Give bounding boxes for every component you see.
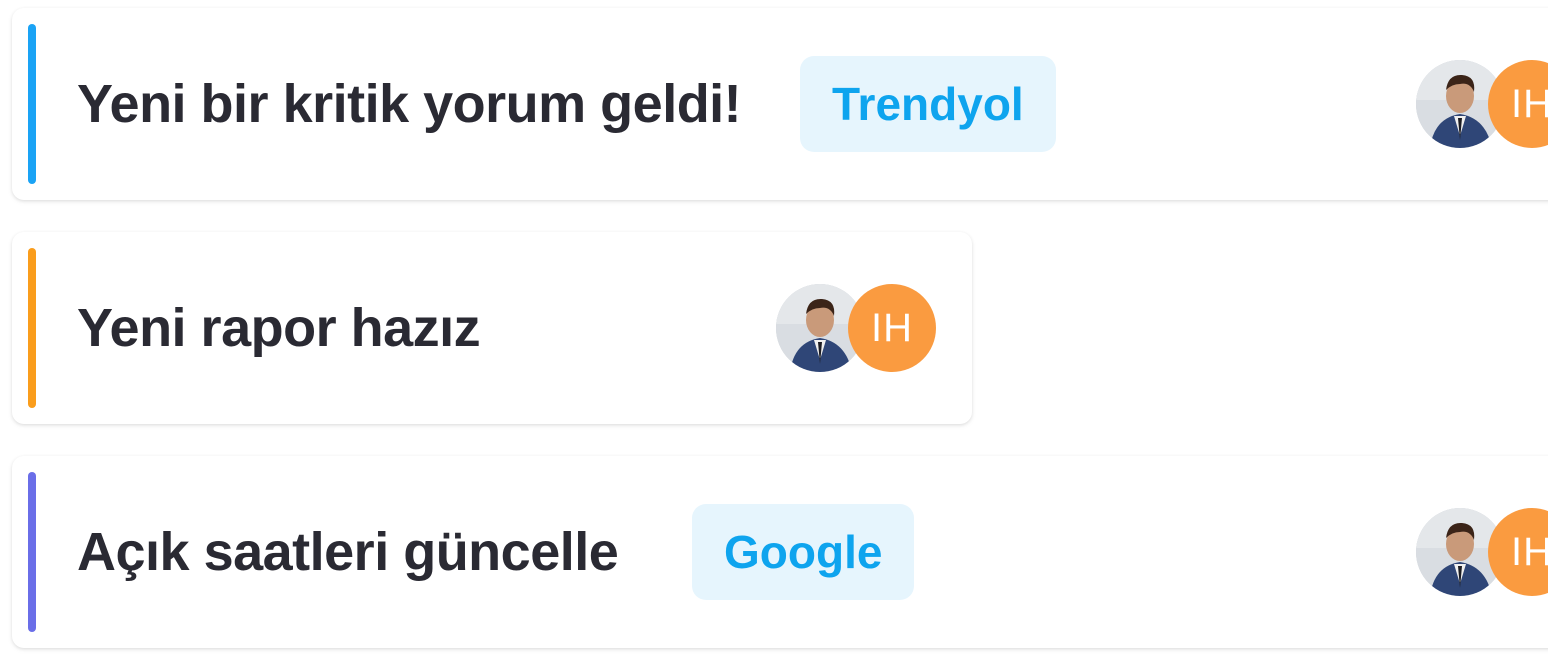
task-card-update-hours[interactable]: Açık saatleri güncelle Google IH	[12, 456, 1548, 648]
source-tag-trendyol[interactable]: Trendyol	[800, 56, 1056, 152]
user-initials-avatar: IH	[1488, 508, 1548, 596]
assignee-avatars[interactable]: IH	[1416, 60, 1548, 148]
task-card-critical-review[interactable]: Yeni bir kritik yorum geldi! Trendyol IH	[12, 8, 1548, 200]
assignee-avatars[interactable]: IH	[776, 284, 936, 372]
card-title: Yeni bir kritik yorum geldi!	[77, 74, 742, 134]
task-card-report-ready[interactable]: Yeni rapor hazız IH	[12, 232, 972, 424]
user-initials-avatar: IH	[848, 284, 936, 372]
source-tag-google[interactable]: Google	[692, 504, 915, 600]
assignee-avatars[interactable]: IH	[1416, 508, 1548, 596]
card-accent-bar	[28, 472, 36, 632]
card-accent-bar	[28, 248, 36, 408]
user-initials-avatar: IH	[1488, 60, 1548, 148]
card-title: Yeni rapor hazız	[77, 298, 481, 358]
card-accent-bar	[28, 24, 36, 184]
card-title: Açık saatleri güncelle	[77, 522, 619, 582]
